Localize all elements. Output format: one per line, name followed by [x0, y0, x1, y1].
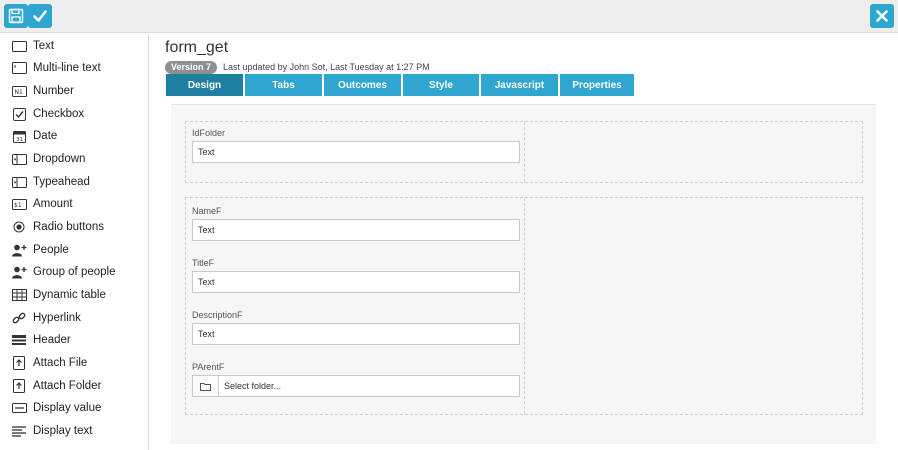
palette-item-label: Attach Folder	[33, 380, 102, 392]
tab-properties[interactable]: Properties	[560, 74, 634, 96]
palette-item-label: Number	[33, 85, 74, 97]
titlef-field[interactable]: Text	[192, 271, 520, 293]
palette-item-label: Display value	[33, 402, 102, 414]
palette-item-header[interactable]: Header	[11, 330, 147, 350]
palette-item-date[interactable]: 31 Date	[11, 126, 147, 146]
multiline-text-icon	[11, 61, 27, 75]
palette-item-label: Display text	[33, 425, 93, 437]
floppy-disk-icon	[8, 8, 24, 24]
radio-icon	[11, 220, 27, 234]
attach-file-icon	[11, 356, 27, 370]
palette-item-attach-folder[interactable]: Attach Folder	[11, 376, 147, 396]
number-icon: N1	[11, 84, 27, 98]
top-toolbar	[0, 0, 898, 33]
form-title: form_get	[165, 39, 229, 56]
palette-item-number[interactable]: N1 Number	[11, 81, 147, 101]
header-icon	[11, 333, 27, 347]
palette-item-label: Multi-line text	[33, 62, 101, 74]
palette-item-display-value[interactable]: Display value	[11, 398, 147, 418]
version-badge: Version 7	[165, 60, 218, 74]
typeahead-icon	[11, 175, 27, 189]
tab-design[interactable]: Design	[166, 74, 243, 96]
field-label-namef: NameF	[192, 206, 222, 216]
palette-item-dynamic-table[interactable]: Dynamic table	[11, 285, 147, 305]
palette-item-label: Amount	[33, 198, 73, 210]
version-row: Version 7 Last updated by John Sot, Last…	[165, 60, 430, 74]
folder-placeholder: Select folder...	[224, 381, 282, 391]
checkbox-icon	[11, 107, 27, 121]
palette-item-group-of-people[interactable]: Group of people	[11, 262, 147, 282]
palette-item-label: Date	[33, 130, 58, 142]
palette-item-attach-file[interactable]: Attach File	[11, 353, 147, 373]
field-label-titlef: TitleF	[192, 258, 215, 268]
close-button[interactable]	[870, 4, 894, 28]
palette-item-text[interactable]: Text	[11, 36, 147, 56]
tab-tabs[interactable]: Tabs	[245, 74, 322, 96]
display-value-icon	[11, 401, 27, 415]
palette-item-label: Hyperlink	[33, 312, 81, 324]
palette-item-display-text[interactable]: Display text	[11, 421, 147, 441]
svg-text:31: 31	[16, 137, 23, 143]
field-label-parentf: PArentF	[192, 362, 225, 372]
palette-item-label: Text	[33, 40, 55, 52]
confirm-button[interactable]	[28, 4, 52, 28]
tab-style[interactable]: Style	[403, 74, 479, 96]
save-button[interactable]	[4, 4, 28, 28]
palette-item-label: Header	[33, 334, 71, 346]
design-canvas: IdFolder Text NameF Text TitleF Text Des…	[171, 104, 876, 444]
group-add-icon	[11, 265, 27, 279]
attach-folder-icon	[11, 379, 27, 393]
form-row: NameF Text TitleF Text DescriptionF Text…	[185, 197, 863, 415]
svg-text:N1: N1	[14, 89, 22, 96]
palette-item-radio-buttons[interactable]: Radio buttons	[11, 217, 147, 237]
palette-item-label: Radio buttons	[33, 221, 104, 233]
palette-item-people[interactable]: People	[11, 240, 147, 260]
last-updated-text: Last updated by John Sot, Last Tuesday a…	[223, 62, 430, 72]
idfolder-field[interactable]: Text	[192, 141, 520, 163]
dropdown-icon	[11, 152, 27, 166]
component-palette: Text Multi-line text N1 Number Checkbox …	[0, 34, 149, 450]
checkmark-icon	[33, 10, 47, 22]
palette-item-multiline-text[interactable]: Multi-line text	[11, 58, 147, 78]
folder-icon	[200, 382, 211, 391]
palette-item-label: People	[33, 244, 69, 256]
calendar-icon: 31	[11, 129, 27, 143]
field-label-idfolder: IdFolder	[192, 128, 226, 138]
form-editor: form_get Version 7 Last updated by John …	[165, 34, 885, 450]
palette-item-label: Dropdown	[33, 153, 86, 165]
palette-item-checkbox[interactable]: Checkbox	[11, 104, 147, 124]
svg-text:$1: $1	[14, 202, 22, 209]
text-field-icon	[11, 39, 27, 53]
palette-item-label: Attach File	[33, 357, 88, 369]
tab-outcomes[interactable]: Outcomes	[324, 74, 401, 96]
table-icon	[11, 288, 27, 302]
palette-item-typeahead[interactable]: Typeahead	[11, 172, 147, 192]
palette-item-label: Dynamic table	[33, 289, 106, 301]
amount-icon: $1	[11, 197, 27, 211]
palette-item-dropdown[interactable]: Dropdown	[11, 149, 147, 169]
palette-item-hyperlink[interactable]: Hyperlink	[11, 308, 147, 328]
link-icon	[11, 311, 27, 325]
parentf-folder-picker[interactable]: Select folder...	[192, 375, 520, 397]
field-label-descriptionf: DescriptionF	[192, 310, 243, 320]
folder-picker-button[interactable]	[193, 376, 219, 396]
close-icon	[876, 10, 888, 22]
person-add-icon	[11, 243, 27, 257]
palette-item-label: Group of people	[33, 266, 116, 278]
display-text-icon	[11, 424, 27, 438]
descriptionf-field[interactable]: Text	[192, 323, 520, 345]
palette-item-label: Checkbox	[33, 108, 85, 120]
palette-item-label: Typeahead	[33, 176, 90, 188]
namef-field[interactable]: Text	[192, 219, 520, 241]
form-row: IdFolder Text	[185, 121, 863, 183]
palette-item-amount[interactable]: $1 Amount	[11, 194, 147, 214]
tab-javascript[interactable]: Javascript	[481, 74, 558, 96]
